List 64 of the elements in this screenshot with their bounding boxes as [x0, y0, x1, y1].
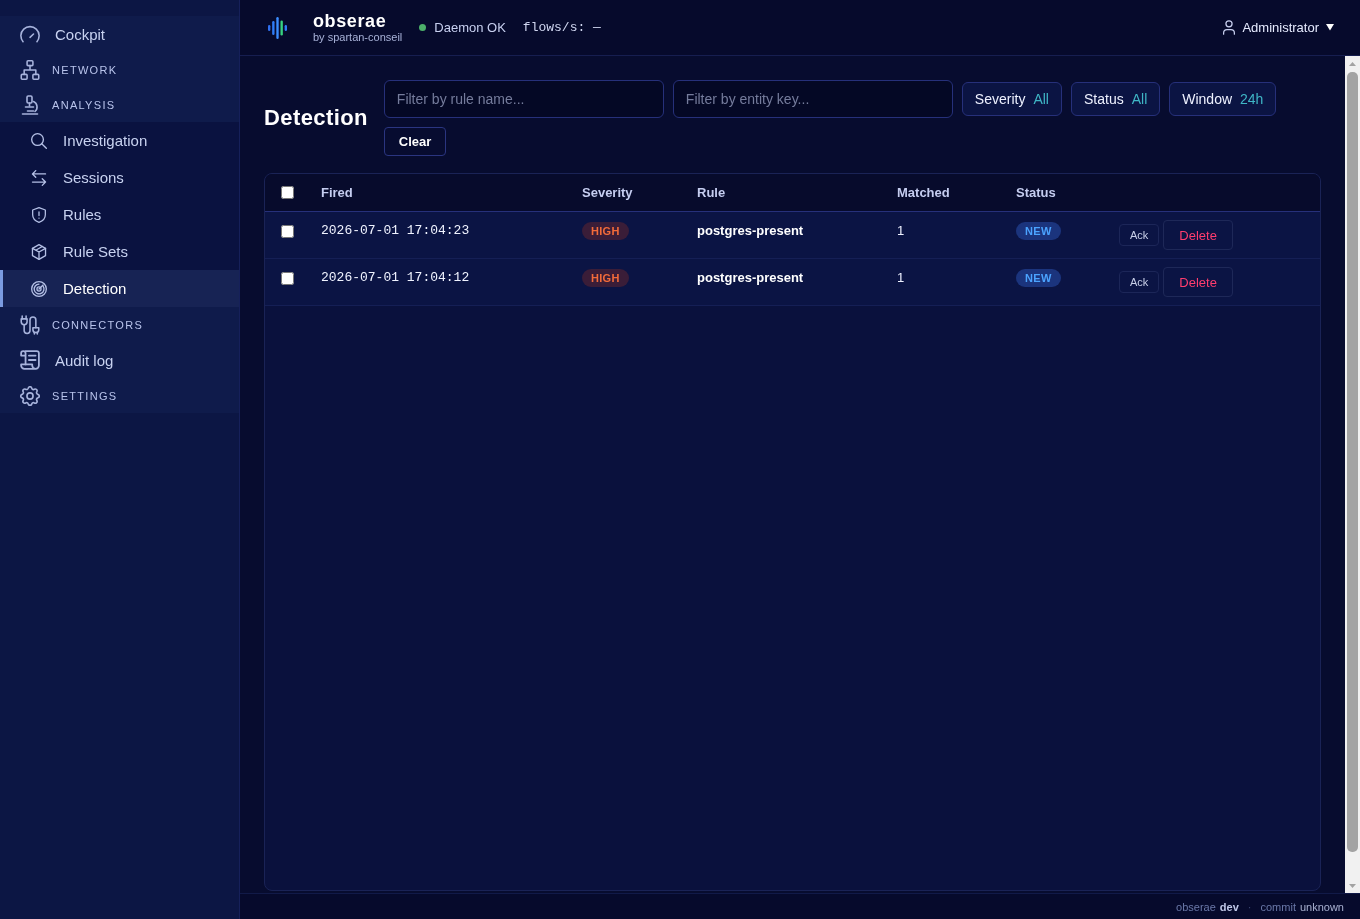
- filter-dropdown[interactable]: Severity All: [961, 82, 1062, 116]
- search-icon: [31, 132, 47, 149]
- table-cell-text: 2026-07-01 17:04:23: [320, 222, 471, 240]
- version-label: obserae: [1176, 900, 1216, 913]
- caret-icon: [1326, 24, 1334, 31]
- nav-item[interactable]: Detection: [0, 270, 239, 307]
- settings-icon: [20, 385, 40, 406]
- table-cell-text: postgres-present: [696, 269, 805, 287]
- scroll-icon: [20, 350, 40, 370]
- delete-button[interactable]: Delete: [1163, 220, 1233, 250]
- nav-item[interactable]: SETTINGS: [0, 378, 239, 413]
- page-title: Detection: [264, 105, 368, 131]
- daemon-status: Daemon OK: [434, 20, 506, 35]
- version-value: dev: [1219, 900, 1239, 913]
- sound-wave-icon: [268, 16, 287, 39]
- delete-button[interactable]: Delete: [1163, 267, 1233, 297]
- column-header: Severity: [581, 183, 634, 202]
- scrollbar-thumb[interactable]: [1347, 72, 1358, 852]
- table-cell-text: 2026-07-01 17:04:12: [320, 269, 471, 287]
- filter-dropdown[interactable]: Status All: [1071, 82, 1161, 116]
- column-header: Matched: [896, 183, 951, 202]
- nav-item[interactable]: Audit log: [0, 342, 239, 378]
- nav-item[interactable]: Cockpit: [0, 16, 239, 52]
- caret-down-icon[interactable]: [1349, 883, 1356, 888]
- severity-badge: HIGH: [582, 269, 629, 287]
- swap-arrows-icon: [31, 169, 47, 186]
- network-icon: [20, 59, 40, 80]
- table-cell-text: 1: [896, 222, 906, 240]
- user-icon: [1223, 20, 1236, 35]
- gauge-icon: [20, 24, 40, 44]
- severity-badge: HIGH: [582, 222, 629, 240]
- status-badge: NEW: [1016, 222, 1061, 240]
- status-badge: NEW: [1016, 269, 1061, 287]
- separator-dot: ·: [1247, 900, 1252, 913]
- row-checkbox[interactable]: [281, 271, 294, 285]
- commit-value: unknown: [1299, 900, 1344, 913]
- filter-dropdown[interactable]: Window 24h: [1169, 82, 1277, 116]
- table-cell-text: 1: [896, 269, 906, 287]
- nav-item[interactable]: NETWORK: [0, 52, 239, 87]
- flow-rate: flows/s: —: [522, 20, 601, 35]
- radar-icon: [31, 280, 47, 297]
- table-cell-text: postgres-present: [696, 222, 805, 240]
- app-name: obserae: [313, 11, 388, 31]
- nav-item[interactable]: ANALYSIS: [0, 87, 239, 122]
- scrollbar[interactable]: [1345, 56, 1360, 893]
- row-checkbox[interactable]: [281, 224, 294, 238]
- microscope-icon: [20, 94, 40, 115]
- caret-up-icon[interactable]: [1349, 61, 1356, 66]
- ack-button[interactable]: Ack: [1119, 271, 1160, 293]
- clear-button[interactable]: Clear: [383, 127, 447, 156]
- shield-alert-icon: [31, 206, 47, 223]
- plug-icon: [20, 314, 40, 335]
- select-all-checkbox[interactable]: [281, 186, 294, 199]
- column-header: Status: [1015, 183, 1057, 202]
- filter-input[interactable]: Filter by entity key...: [672, 80, 953, 118]
- ack-button[interactable]: Ack: [1119, 224, 1160, 246]
- app-byline: by spartan-conseil: [313, 31, 403, 44]
- filter-input[interactable]: Filter by rule name...: [383, 80, 664, 118]
- column-header: Rule: [696, 183, 727, 202]
- nav-item[interactable]: CONNECTORS: [0, 307, 239, 342]
- column-header: Fired: [320, 183, 354, 202]
- commit-label: commit: [1260, 900, 1296, 913]
- cube-icon: [31, 243, 47, 260]
- user-menu[interactable]: Administrator: [1223, 20, 1334, 35]
